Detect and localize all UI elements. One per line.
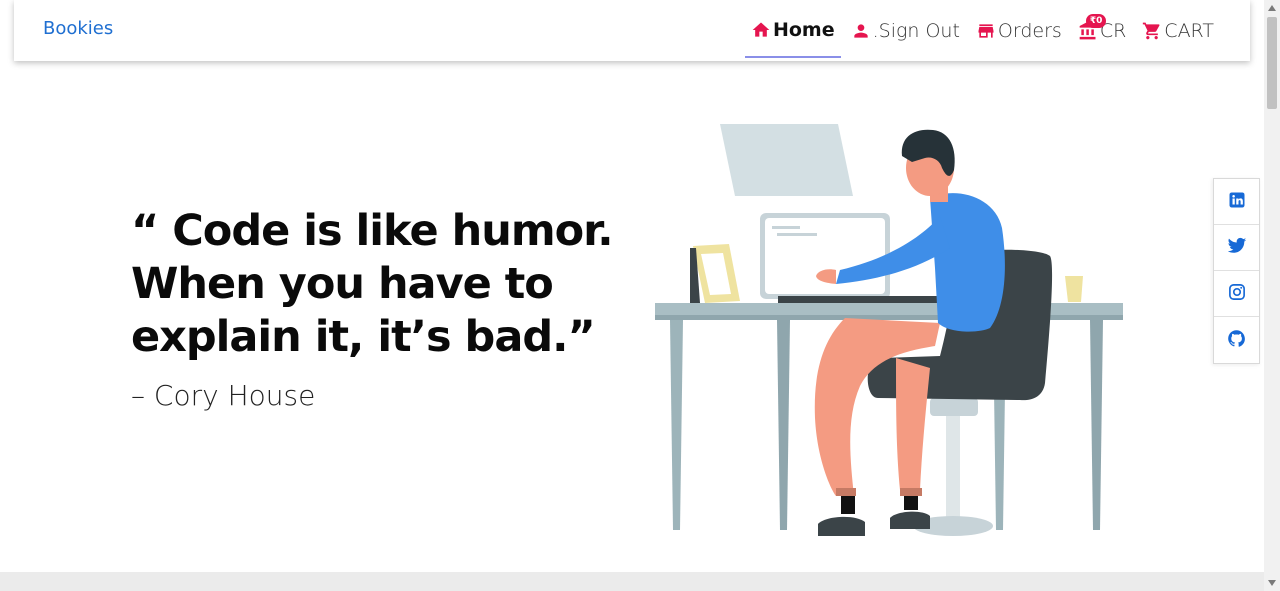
- brand-link[interactable]: Bookies: [43, 18, 113, 39]
- hero-author: – Cory House: [131, 379, 316, 412]
- nav-orders-label: Orders: [997, 19, 1062, 42]
- nav-orders[interactable]: Orders: [970, 4, 1068, 58]
- scroll-thumb[interactable]: [1267, 17, 1277, 109]
- hero-quote-section: “ Code is like humor. When you have to e…: [131, 205, 651, 412]
- github-button[interactable]: [1214, 317, 1259, 363]
- nav-sign-out-label: .Sign Out: [872, 19, 960, 42]
- github-icon: [1227, 329, 1246, 352]
- instagram-button[interactable]: [1214, 271, 1259, 317]
- footer-strip: [0, 572, 1264, 591]
- store-icon: [976, 21, 996, 41]
- page-scrollbar[interactable]: [1264, 0, 1280, 591]
- credit-badge: ₹0: [1085, 13, 1107, 28]
- cart-icon: [1142, 21, 1162, 41]
- person-icon: [851, 21, 871, 41]
- scroll-up-arrow-icon[interactable]: [1264, 0, 1280, 16]
- hero-quote: “ Code is like humor. When you have to e…: [131, 206, 614, 362]
- home-icon: [751, 20, 771, 40]
- nav-cart[interactable]: CART: [1136, 4, 1220, 58]
- linkedin-button[interactable]: [1214, 179, 1259, 225]
- twitter-button[interactable]: [1214, 225, 1259, 271]
- instagram-icon: [1228, 283, 1246, 305]
- nav-home[interactable]: Home: [744, 4, 841, 58]
- nav-home-label: Home: [772, 18, 835, 41]
- twitter-icon: [1227, 237, 1247, 259]
- developer-at-desk-illustration: [655, 124, 1123, 536]
- top-navbar: Bookies Home .Sign Out Orders ₹0 CR CART: [14, 0, 1250, 61]
- nav-cart-label: CART: [1164, 19, 1214, 42]
- nav-links: Home .Sign Out Orders ₹0 CR CART: [741, 0, 1220, 61]
- nav-credit[interactable]: ₹0 CR: [1072, 4, 1132, 58]
- nav-sign-out[interactable]: .Sign Out: [845, 4, 966, 58]
- scroll-down-arrow-icon[interactable]: [1264, 575, 1280, 591]
- social-sidebar: [1213, 178, 1260, 364]
- linkedin-icon: [1228, 191, 1246, 213]
